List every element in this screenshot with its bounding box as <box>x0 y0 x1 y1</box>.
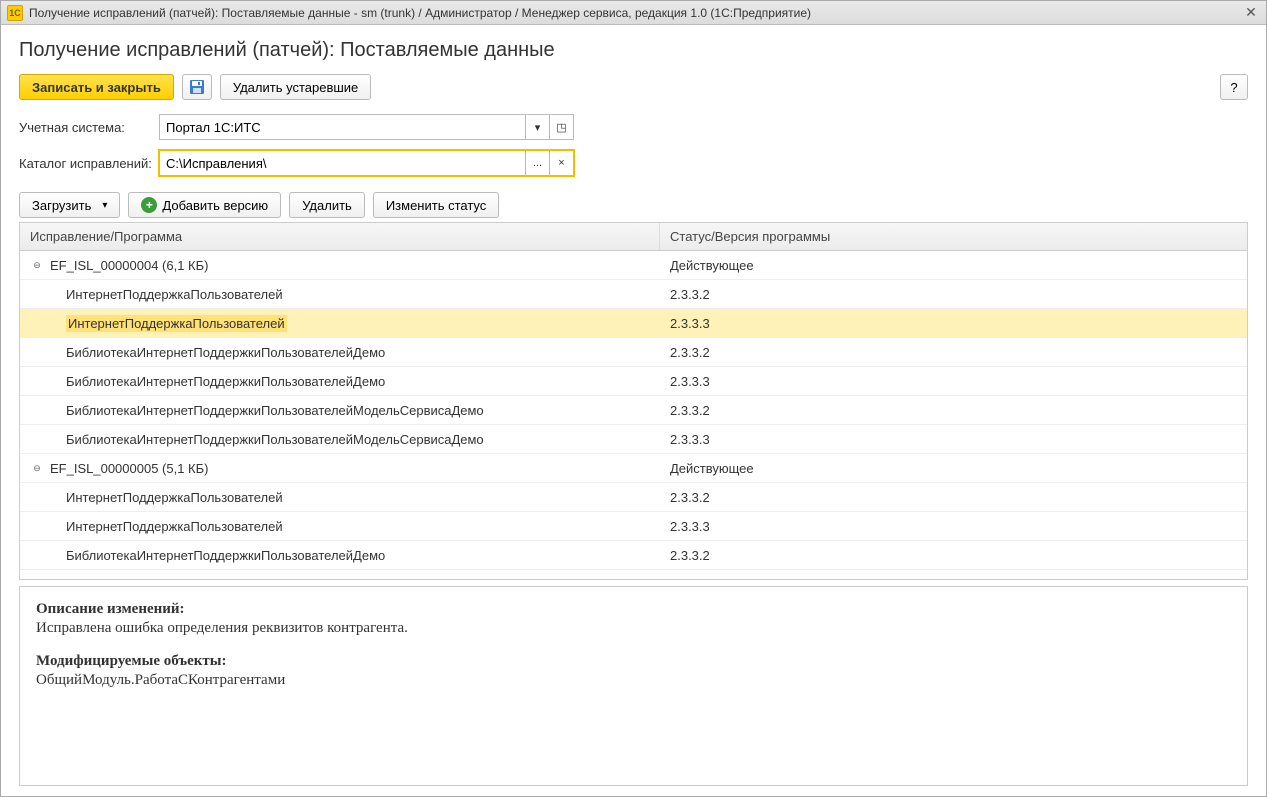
row-value: 2.3.3.2 <box>660 403 1247 418</box>
row-label: EF_ISL_00000005 (5,1 КБ) <box>50 461 208 476</box>
window-title: Получение исправлений (патчей): Поставля… <box>29 6 1242 20</box>
table-row[interactable]: БиблиотекаИнтернетПоддержкиПользователей… <box>20 396 1247 425</box>
delete-button[interactable]: Удалить <box>289 192 365 218</box>
grid-body[interactable]: ⊖ EF_ISL_00000004 (6,1 КБ) Действующее Инте… <box>20 251 1247 579</box>
delete-old-button[interactable]: Удалить устаревшие <box>220 74 371 100</box>
row-value: 2.3.3.3 <box>660 577 1247 580</box>
table-row[interactable]: БиблиотекаИнтернетПоддержкиПользователей… <box>20 570 1247 579</box>
row-label: ИнтернетПоддержкаПользователей <box>66 315 287 332</box>
row-value: Действующее <box>660 461 1247 476</box>
expander-icon[interactable]: ⊖ <box>30 461 44 475</box>
table-row[interactable]: БиблиотекаИнтернетПоддержкиПользователей… <box>20 367 1247 396</box>
toolbar-sub: Загрузить + Добавить версию Удалить Изме… <box>19 192 1248 218</box>
row-label: БиблиотекаИнтернетПоддержкиПользователей… <box>66 403 484 418</box>
table-row-group[interactable]: ⊖ EF_ISL_00000004 (6,1 КБ) Действующее <box>20 251 1247 280</box>
grid: Исправление/Программа Статус/Версия прог… <box>19 222 1248 579</box>
table-row[interactable]: ИнтернетПоддержкаПользователей 2.3.3.2 <box>20 483 1247 512</box>
catalog-input[interactable] <box>159 150 526 176</box>
row-value: 2.3.3.3 <box>660 316 1247 331</box>
row-value: 2.3.3.2 <box>660 548 1247 563</box>
plus-icon: + <box>141 197 157 213</box>
form-row-system: Учетная система: ▾ ◳ <box>19 114 1248 140</box>
grid-header: Исправление/Программа Статус/Версия прог… <box>20 223 1247 251</box>
row-value: 2.3.3.2 <box>660 345 1247 360</box>
system-open-icon[interactable]: ◳ <box>550 114 574 140</box>
table-row[interactable]: БиблиотекаИнтернетПоддержкиПользователей… <box>20 541 1247 570</box>
grid-header-col1[interactable]: Исправление/Программа <box>20 223 660 250</box>
objects-title: Модифицируемые объекты: <box>36 653 1231 670</box>
changes-block: Описание изменений: Исправлена ошибка оп… <box>36 601 1231 637</box>
table-row[interactable]: ИнтернетПоддержкаПользователей 2.3.3.2 <box>20 280 1247 309</box>
row-label: БиблиотекаИнтернетПоддержкиПользователей… <box>66 345 385 360</box>
grid-border <box>19 579 1248 580</box>
row-label: БиблиотекаИнтернетПоддержкиПользователей… <box>66 374 385 389</box>
system-dropdown-icon[interactable]: ▾ <box>526 114 550 140</box>
row-label: БиблиотекаИнтернетПоддержкиПользователей… <box>66 548 385 563</box>
row-label: ИнтернетПоддержкаПользователей <box>66 490 283 505</box>
catalog-input-group: ... × <box>159 150 574 176</box>
changes-body: Исправлена ошибка определения реквизитов… <box>36 620 1231 637</box>
help-button[interactable]: ? <box>1220 74 1248 100</box>
close-icon[interactable]: ✕ <box>1242 4 1260 22</box>
row-value: 2.3.3.3 <box>660 519 1247 534</box>
system-label: Учетная система: <box>19 120 159 135</box>
row-value: 2.3.3.2 <box>660 287 1247 302</box>
toolbar-main: Записать и закрыть Удалить устаревшие ? <box>19 74 1248 100</box>
table-row[interactable]: БиблиотекаИнтернетПоддержкиПользователей… <box>20 425 1247 454</box>
catalog-label: Каталог исправлений: <box>19 156 159 171</box>
catalog-browse-icon[interactable]: ... <box>526 150 550 176</box>
load-button[interactable]: Загрузить <box>19 192 120 218</box>
row-value: 2.3.3.2 <box>660 490 1247 505</box>
row-value: Действующее <box>660 258 1247 273</box>
form-row-catalog: Каталог исправлений: ... × <box>19 150 1248 176</box>
app-logo-icon: 1C <box>7 5 23 21</box>
add-version-label: Добавить версию <box>162 198 268 213</box>
objects-block: Модифицируемые объекты: ОбщийМодуль.Рабо… <box>36 653 1231 689</box>
row-label: ИнтернетПоддержкаПользователей <box>66 519 283 534</box>
system-input-group: ▾ ◳ <box>159 114 574 140</box>
objects-body: ОбщийМодуль.РаботаСКонтрагентами <box>36 672 1231 689</box>
save-close-button[interactable]: Записать и закрыть <box>19 74 174 100</box>
row-label: БиблиотекаИнтернетПоддержкиПользователей… <box>66 432 484 447</box>
titlebar: 1C Получение исправлений (патчей): Поста… <box>1 1 1266 25</box>
save-button[interactable] <box>182 74 212 100</box>
table-row[interactable]: ИнтернетПоддержкаПользователей 2.3.3.3 <box>20 309 1247 338</box>
expander-icon[interactable]: ⊖ <box>30 258 44 272</box>
app-window: 1C Получение исправлений (патчей): Поста… <box>0 0 1267 797</box>
grid-header-col2[interactable]: Статус/Версия программы <box>660 223 1247 250</box>
details-panel[interactable]: Описание изменений: Исправлена ошибка оп… <box>19 586 1248 786</box>
table-row[interactable]: БиблиотекаИнтернетПоддержкиПользователей… <box>20 338 1247 367</box>
changes-title: Описание изменений: <box>36 601 1231 618</box>
system-input[interactable] <box>159 114 526 140</box>
page-title: Получение исправлений (патчей): Поставля… <box>19 39 1248 62</box>
table-row-group[interactable]: ⊖ EF_ISL_00000005 (5,1 КБ) Действующее <box>20 454 1247 483</box>
table-row[interactable]: ИнтернетПоддержкаПользователей 2.3.3.3 <box>20 512 1247 541</box>
row-value: 2.3.3.3 <box>660 432 1247 447</box>
add-version-button[interactable]: + Добавить версию <box>128 192 281 218</box>
row-value: 2.3.3.3 <box>660 374 1247 389</box>
row-label: БиблиотекаИнтернетПоддержкиПользователей… <box>66 577 385 580</box>
content-area: Получение исправлений (патчей): Поставля… <box>1 25 1266 796</box>
catalog-clear-icon[interactable]: × <box>550 150 574 176</box>
floppy-icon <box>189 79 205 95</box>
change-status-button[interactable]: Изменить статус <box>373 192 499 218</box>
row-label: ИнтернетПоддержкаПользователей <box>66 287 283 302</box>
row-label: EF_ISL_00000004 (6,1 КБ) <box>50 258 208 273</box>
